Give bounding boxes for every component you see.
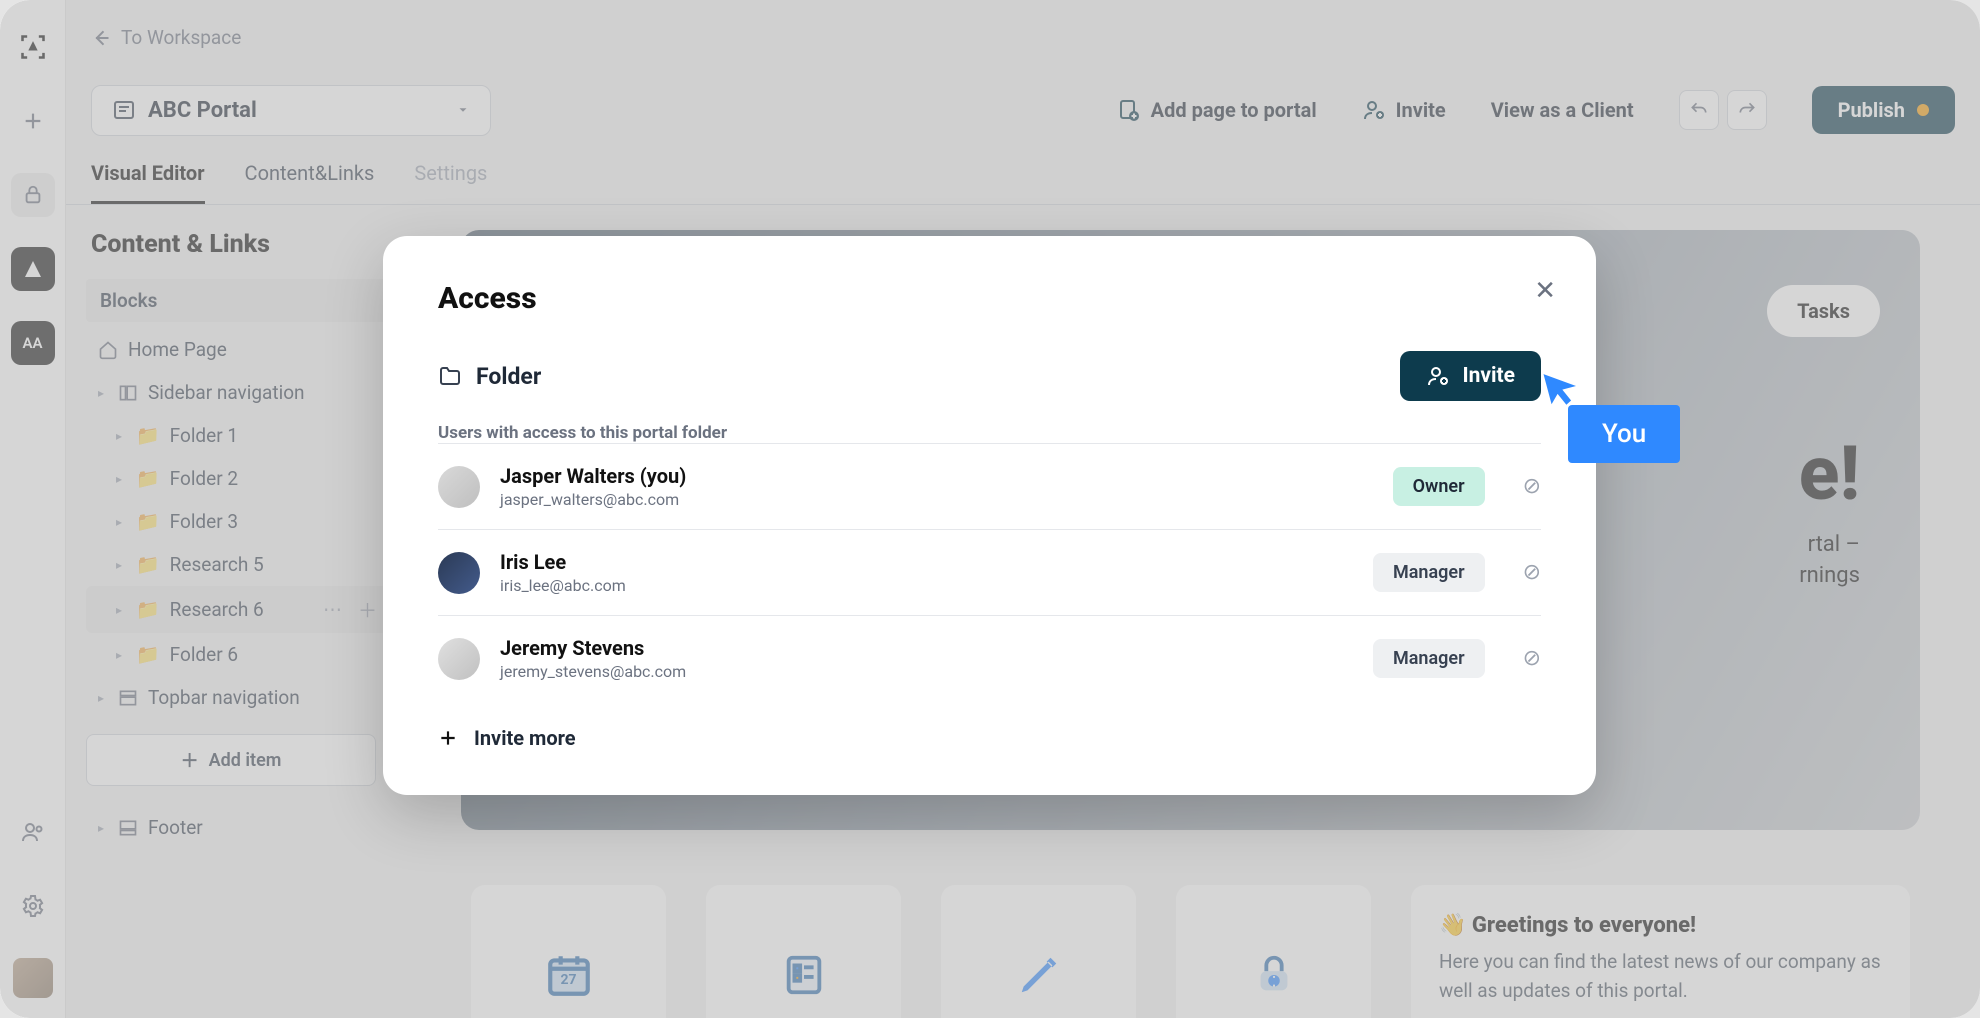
avatar [438, 552, 480, 594]
app-frame: AA To Workspace ABC Portal [0, 0, 1980, 1018]
remove-access-icon[interactable]: ⊘ [1523, 560, 1541, 585]
close-icon[interactable]: ✕ [1534, 276, 1556, 306]
user-name: Iris Lee [500, 550, 626, 574]
role-badge[interactable]: Manager [1373, 639, 1485, 678]
remove-access-icon[interactable]: ⊘ [1523, 474, 1541, 499]
folder-heading: Folder [438, 363, 541, 390]
folder-icon [438, 364, 462, 388]
user-name: Jasper Walters (you) [500, 464, 686, 488]
user-email: jeremy_stevens@abc.com [500, 662, 686, 681]
invite-more-button[interactable]: Invite more [438, 726, 1541, 750]
remote-cursor-label: You [1568, 405, 1680, 463]
user-email: jasper_walters@abc.com [500, 490, 686, 509]
avatar [438, 638, 480, 680]
user-name: Jeremy Stevens [500, 636, 686, 660]
users-caption: Users with access to this portal folder [438, 423, 1541, 443]
modal-invite-button[interactable]: Invite [1400, 351, 1541, 401]
remove-access-icon[interactable]: ⊘ [1523, 646, 1541, 671]
role-badge[interactable]: Owner [1393, 467, 1485, 506]
user-row: Jasper Walters (you) jasper_walters@abc.… [438, 443, 1541, 529]
user-row: Jeremy Stevens jeremy_stevens@abc.com Ma… [438, 615, 1541, 701]
plus-icon [438, 728, 458, 748]
modal-title: Access [438, 281, 1541, 316]
access-modal: Access ✕ Folder Invite Users with access… [383, 236, 1596, 795]
avatar [438, 466, 480, 508]
user-email: iris_lee@abc.com [500, 576, 626, 595]
role-badge[interactable]: Manager [1373, 553, 1485, 592]
user-row: Iris Lee iris_lee@abc.com Manager ⊘ [438, 529, 1541, 615]
